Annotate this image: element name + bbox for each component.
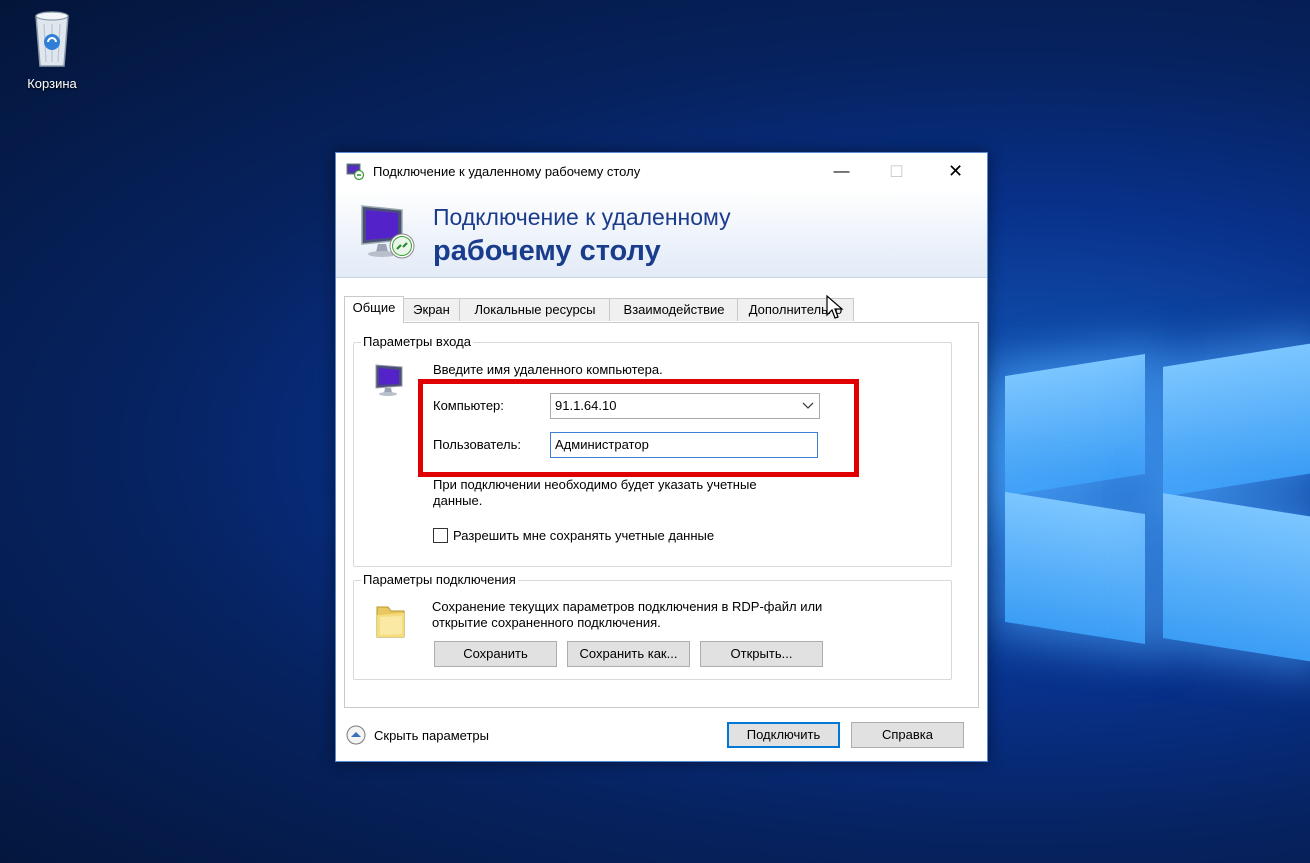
windows-logo-wallpaper	[305, 343, 1310, 665]
credentials-note-line1: При подключении необходимо будет указать…	[433, 477, 757, 492]
credentials-note-line2: данные.	[433, 493, 483, 508]
open-button[interactable]: Открыть...	[700, 641, 823, 667]
save-credentials-label[interactable]: Разрешить мне сохранять учетные данные	[453, 528, 714, 543]
save-as-button[interactable]: Сохранить как...	[567, 641, 690, 667]
logo-pane-bl	[1005, 491, 1145, 645]
save-button[interactable]: Сохранить	[434, 641, 557, 667]
title-bar[interactable]: Подключение к удаленному рабочему столу …	[336, 153, 987, 190]
tab-general[interactable]: Общие	[344, 296, 404, 323]
instruction-text: Введите имя удаленного компьютера.	[433, 362, 663, 377]
collapse-arrow-icon[interactable]	[346, 725, 366, 745]
mouse-cursor-icon	[826, 294, 844, 321]
tab-experience[interactable]: Взаимодействие	[609, 298, 739, 321]
connection-group-title: Параметры подключения	[361, 572, 518, 587]
help-button[interactable]: Справка	[851, 722, 964, 748]
connection-settings-group: Параметры подключения Сохранение текущих…	[353, 572, 952, 680]
logo-pane-tl	[1005, 353, 1145, 497]
close-button[interactable]: ✕	[928, 153, 983, 190]
minimize-button[interactable]: —	[814, 153, 869, 190]
recycle-bin-label: Корзина	[27, 76, 77, 91]
header-banner: Подключение к удаленному рабочему столу	[336, 190, 987, 278]
computer-icon	[372, 362, 412, 398]
connection-desc-line2: открытие сохраненного подключения.	[432, 615, 661, 630]
banner-title-line1: Подключение к удаленному	[433, 204, 731, 230]
folder-icon	[374, 601, 408, 641]
banner-title-line2: рабочему столу	[433, 235, 661, 267]
logo-pane-tr	[1163, 343, 1310, 497]
window-title: Подключение к удаленному рабочему столу	[373, 164, 641, 179]
connect-button[interactable]: Подключить	[727, 722, 840, 748]
highlight-annotation-box	[418, 379, 859, 477]
maximize-button[interactable]: ☐	[869, 153, 924, 190]
connection-desc-line1: Сохранение текущих параметров подключени…	[432, 599, 823, 614]
recycle-bin-icon	[28, 8, 76, 67]
rdp-app-icon	[346, 162, 365, 181]
tab-local-resources[interactable]: Локальные ресурсы	[459, 298, 611, 321]
recycle-bin-shortcut[interactable]: Корзина	[14, 8, 90, 91]
remote-desktop-monitor-icon	[356, 200, 420, 264]
save-credentials-checkbox[interactable]	[433, 528, 448, 543]
logo-pane-br	[1163, 493, 1310, 662]
login-group-title: Параметры входа	[361, 334, 473, 349]
hide-options-link[interactable]: Скрыть параметры	[374, 728, 489, 743]
tab-display[interactable]: Экран	[402, 298, 461, 321]
